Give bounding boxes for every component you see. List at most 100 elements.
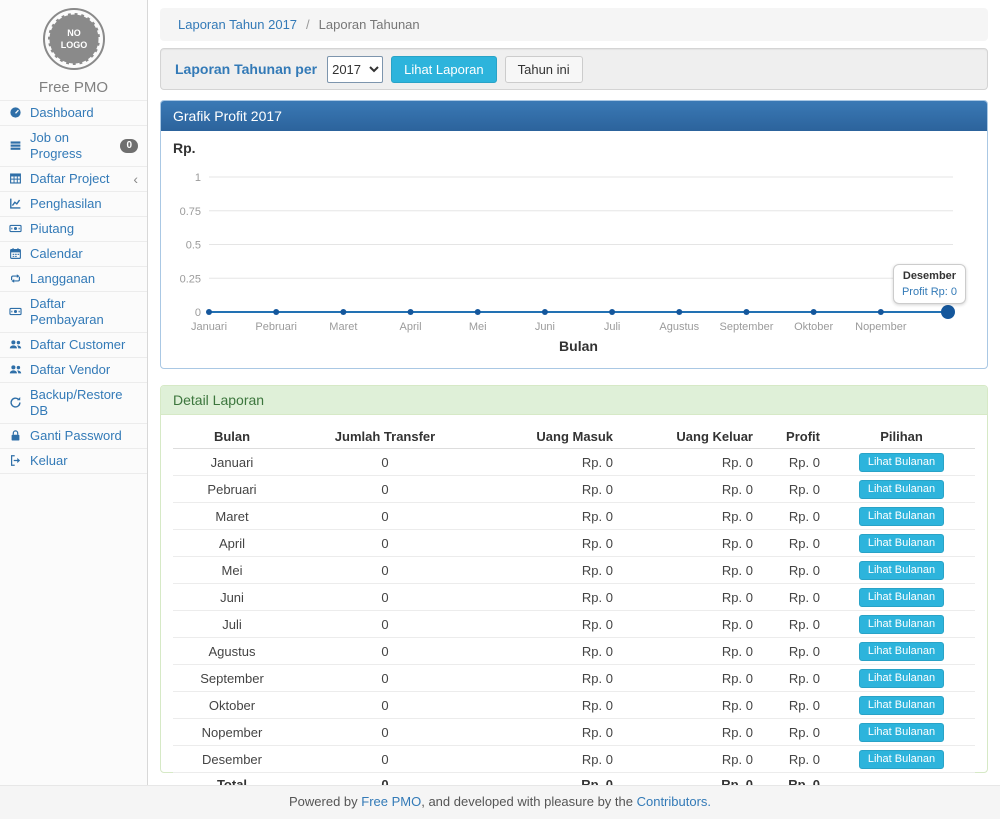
- sidebar-item-ganti-password[interactable]: Ganti Password: [0, 423, 147, 448]
- profit-line-chart: Rp.00.250.50.751JanuariPebruariMaretApri…: [161, 131, 985, 368]
- logo-block: NO LOGO Free PMO: [0, 0, 147, 100]
- footer-link-contributors[interactable]: Contributors.: [637, 794, 711, 809]
- view-monthly-button[interactable]: Lihat Bulanan: [859, 750, 944, 769]
- table-row: Maret0Rp. 0Rp. 0Rp. 0Lihat Bulanan: [173, 503, 975, 530]
- table-row: Nopember0Rp. 0Rp. 0Rp. 0Lihat Bulanan: [173, 719, 975, 746]
- tachometer-icon: [9, 106, 23, 120]
- view-monthly-button[interactable]: Lihat Bulanan: [859, 615, 944, 634]
- chart-tooltip: Desember Profit Rp: 0: [893, 264, 966, 304]
- no-logo-badge: NO LOGO: [42, 7, 106, 71]
- sidebar-item-penghasilan[interactable]: Penghasilan: [0, 191, 147, 216]
- sidebar-item-label: Calendar: [30, 246, 83, 262]
- sidebar-item-label: Langganan: [30, 271, 95, 287]
- sidebar-item-label: Keluar: [30, 453, 68, 469]
- y-tick-label: 0: [195, 307, 201, 319]
- sidebar-item-dashboard[interactable]: Dashboard: [0, 100, 147, 125]
- sidebar-item-daftar-vendor[interactable]: Daftar Vendor: [0, 357, 147, 382]
- current-year-button[interactable]: Tahun ini: [505, 56, 583, 83]
- users-icon: [9, 338, 23, 352]
- view-monthly-button[interactable]: Lihat Bulanan: [859, 480, 944, 499]
- sidebar-item-label: Daftar Pembayaran: [30, 296, 138, 328]
- data-point-highlighted: [941, 305, 955, 319]
- sidebar-item-daftar-customer[interactable]: Daftar Customer: [0, 332, 147, 357]
- tasks-icon: [9, 139, 23, 153]
- sidebar-item-keluar[interactable]: Keluar: [0, 448, 147, 474]
- sidebar-item-calendar[interactable]: Calendar: [0, 241, 147, 266]
- x-tick-label: Juni: [535, 321, 555, 333]
- app-name: Free PMO: [0, 79, 147, 96]
- y-tick-label: 0.5: [186, 240, 201, 252]
- view-monthly-button[interactable]: Lihat Bulanan: [859, 696, 944, 715]
- col-header-uang-masuk: Uang Masuk: [479, 425, 621, 449]
- x-tick-label: Mei: [469, 321, 487, 333]
- calendar-icon: [9, 247, 23, 261]
- y-tick-label: 1: [195, 172, 201, 184]
- x-tick-label: Januari: [191, 321, 227, 333]
- table-row: Oktober0Rp. 0Rp. 0Rp. 0Lihat Bulanan: [173, 692, 975, 719]
- table-row: Pebruari0Rp. 0Rp. 0Rp. 0Lihat Bulanan: [173, 476, 975, 503]
- table-row: Agustus0Rp. 0Rp. 0Rp. 0Lihat Bulanan: [173, 638, 975, 665]
- data-point: [676, 309, 682, 315]
- data-point: [811, 309, 817, 315]
- count-badge: 0: [120, 139, 138, 153]
- view-monthly-button[interactable]: Lihat Bulanan: [859, 669, 944, 688]
- app-window: NO LOGO Free PMO DashboardJob on Progres…: [0, 0, 1000, 819]
- sidebar-item-label: Penghasilan: [30, 196, 102, 212]
- view-monthly-button[interactable]: Lihat Bulanan: [859, 453, 944, 472]
- chart-y-axis-label: Rp.: [173, 140, 196, 156]
- view-monthly-button[interactable]: Lihat Bulanan: [859, 534, 944, 553]
- breadcrumb: Laporan Tahun 2017 / Laporan Tahunan: [160, 8, 988, 41]
- sidebar-item-langganan[interactable]: Langganan: [0, 266, 147, 291]
- detail-report-panel: Detail Laporan Bulan Jumlah Transfer Uan…: [160, 385, 988, 773]
- sidebar-item-backup-restore-db[interactable]: Backup/Restore DB: [0, 382, 147, 423]
- year-select[interactable]: 2017: [327, 56, 383, 83]
- sidebar-item-label: Job on Progress: [30, 130, 113, 162]
- data-point: [475, 309, 481, 315]
- sidebar-item-label: Daftar Customer: [30, 337, 125, 353]
- view-monthly-button[interactable]: Lihat Bulanan: [859, 507, 944, 526]
- data-point: [408, 309, 414, 315]
- data-point: [878, 309, 884, 315]
- sidebar-item-job-on-progress[interactable]: Job on Progress 0: [0, 125, 147, 166]
- report-table: Bulan Jumlah Transfer Uang Masuk Uang Ke…: [173, 425, 975, 796]
- x-tick-label: Agustus: [659, 321, 699, 333]
- breadcrumb-separator: /: [306, 17, 310, 32]
- view-monthly-button[interactable]: Lihat Bulanan: [859, 642, 944, 661]
- detail-panel-title: Detail Laporan: [161, 386, 987, 415]
- col-header-jumlah-transfer: Jumlah Transfer: [291, 425, 479, 449]
- col-header-uang-keluar: Uang Keluar: [621, 425, 761, 449]
- x-tick-label: April: [400, 321, 422, 333]
- view-monthly-button[interactable]: Lihat Bulanan: [859, 561, 944, 580]
- sidebar-item-daftar-project[interactable]: Daftar Project ‹: [0, 166, 147, 191]
- lock-icon: [9, 429, 23, 443]
- data-point: [206, 309, 212, 315]
- detail-panel-body: Bulan Jumlah Transfer Uang Masuk Uang Ke…: [161, 415, 987, 796]
- sidebar-item-label: Ganti Password: [30, 428, 122, 444]
- sidebar-item-piutang[interactable]: Piutang: [0, 216, 147, 241]
- x-tick-label: Maret: [329, 321, 357, 333]
- col-header-pilihan: Pilihan: [828, 425, 975, 449]
- breadcrumb-link-laporan-tahun[interactable]: Laporan Tahun 2017: [178, 17, 297, 32]
- x-tick-label: September: [720, 321, 774, 333]
- data-point: [609, 309, 615, 315]
- sidebar-item-label: Daftar Project: [30, 171, 109, 187]
- x-tick-label: Oktober: [794, 321, 833, 333]
- logo-line1: NO: [67, 28, 81, 38]
- footer-link-free-pmo[interactable]: Free PMO: [361, 794, 421, 809]
- col-header-bulan: Bulan: [173, 425, 291, 449]
- table-row: April0Rp. 0Rp. 0Rp. 0Lihat Bulanan: [173, 530, 975, 557]
- tooltip-title: Desember: [902, 270, 957, 282]
- view-monthly-button[interactable]: Lihat Bulanan: [859, 723, 944, 742]
- profit-chart-panel: Grafik Profit 2017 Rp.00.250.50.751Janua…: [160, 100, 988, 369]
- table-row: Januari0Rp. 0Rp. 0Rp. 0Lihat Bulanan: [173, 449, 975, 476]
- table-row: Juli0Rp. 0Rp. 0Rp. 0Lihat Bulanan: [173, 611, 975, 638]
- sidebar-item-daftar-pembayaran[interactable]: Daftar Pembayaran: [0, 291, 147, 332]
- view-monthly-button[interactable]: Lihat Bulanan: [859, 588, 944, 607]
- data-point: [743, 309, 749, 315]
- sidebar-item-label: Daftar Vendor: [30, 362, 110, 378]
- chevron-left-icon: ‹: [133, 173, 138, 185]
- view-report-button[interactable]: Lihat Laporan: [391, 56, 497, 83]
- table-row: Desember0Rp. 0Rp. 0Rp. 0Lihat Bulanan: [173, 746, 975, 773]
- footer-text-prefix: Powered by: [289, 794, 361, 809]
- chart-panel-title: Grafik Profit 2017: [161, 101, 987, 131]
